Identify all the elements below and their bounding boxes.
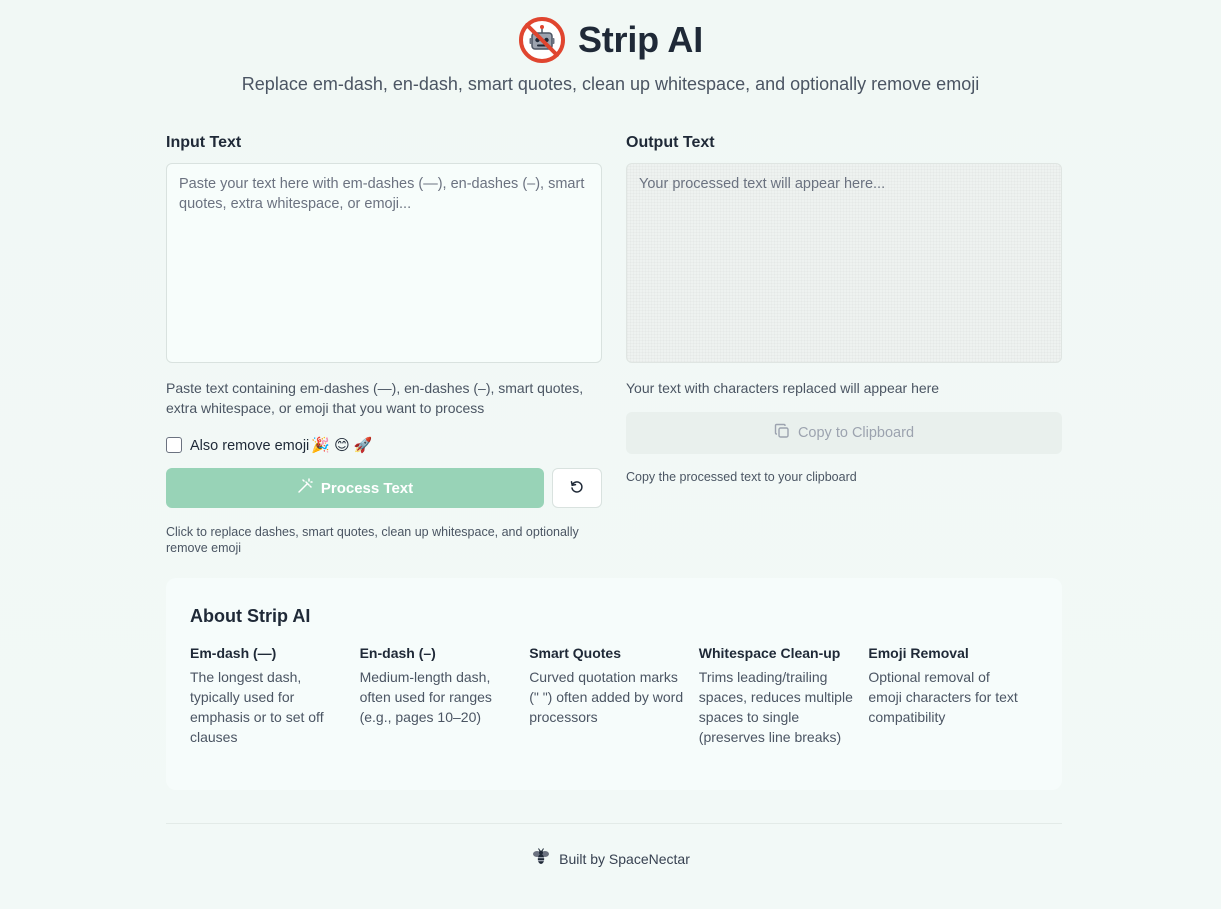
process-help: Click to replace dashes, smart quotes, c… [166, 525, 579, 555]
header: Strip AI Replace em-dash, en-dash, smart… [0, 14, 1221, 95]
feature-en-dash: En-dash (–) Medium-length dash, often us… [360, 643, 530, 747]
remove-emoji-checkbox[interactable] [166, 437, 182, 453]
output-label: Output Text [626, 134, 715, 151]
feature-desc: Optional removal of emoji characters for… [868, 669, 1018, 725]
page: Strip AI Replace em-dash, en-dash, smart… [0, 0, 1221, 909]
feature-desc: Curved quotation marks (" ") often added… [529, 669, 684, 725]
footer: Built by SpaceNectar [0, 847, 1221, 870]
footer-divider [166, 823, 1062, 824]
feature-desc: Trims leading/trailing spaces, reduces m… [698, 669, 853, 745]
emoji-option: Also remove emoji 🎉 😊 🚀 [166, 435, 602, 455]
feature-desc: The longest dash, typically used for emp… [190, 669, 324, 745]
emoji-examples: 🎉 😊 🚀 [311, 437, 373, 454]
no-robot-icon [518, 16, 566, 64]
app-subtitle: Replace em-dash, en-dash, smart quotes, … [241, 74, 980, 94]
feature-smart-quotes: Smart Quotes Curved quotation marks (" "… [529, 643, 699, 747]
feature-whitespace: Whitespace Clean-up Trims leading/traili… [699, 643, 869, 747]
output-panel: Output Text Your text with characters re… [626, 133, 1062, 484]
about-title: About Strip AI [190, 606, 311, 626]
copy-icon [774, 423, 790, 443]
feature-title: Em-dash (—) [190, 645, 277, 661]
remove-emoji-label-text: Also remove emoji [190, 438, 310, 454]
process-text-button[interactable]: Process Text [166, 468, 544, 508]
feature-title: Whitespace Clean-up [698, 645, 841, 661]
title-row: Strip AI [0, 14, 1221, 66]
feature-title: Smart Quotes [529, 645, 621, 661]
reset-icon [569, 479, 585, 498]
output-textarea[interactable] [626, 163, 1062, 363]
input-panel: Input Text Paste text containing em-dash… [166, 133, 602, 556]
output-help: Your text with characters replaced will … [626, 380, 940, 396]
feature-emoji-removal: Emoji Removal Optional removal of emoji … [868, 643, 1038, 747]
feature-em-dash: Em-dash (—) The longest dash, typically … [190, 643, 360, 747]
copy-help: Copy the processed text to your clipboar… [626, 470, 857, 484]
input-label: Input Text [166, 134, 242, 151]
process-text-label: Process Text [320, 479, 414, 497]
remove-emoji-label[interactable]: Also remove emoji 🎉 😊 🚀 [190, 436, 373, 454]
input-textarea[interactable] [166, 163, 602, 363]
feature-desc: Medium-length dash, often used for range… [359, 669, 492, 725]
bee-icon [531, 847, 551, 870]
input-help: Paste text containing em-dashes (—), en-… [166, 380, 584, 416]
feature-title: En-dash (–) [359, 645, 436, 661]
copy-to-clipboard-button[interactable]: Copy to Clipboard [626, 412, 1062, 454]
feature-title: Emoji Removal [868, 645, 969, 661]
magic-wand-icon [297, 478, 313, 498]
action-row: Process Text [166, 468, 602, 508]
copy-label: Copy to Clipboard [797, 425, 915, 441]
app-title: Strip AI [577, 19, 704, 60]
reset-button[interactable] [552, 468, 602, 508]
feature-list: Em-dash (—) The longest dash, typically … [190, 643, 1038, 747]
about-card: About Strip AI Em-dash (—) The longest d… [166, 578, 1062, 790]
footer-text: Built by SpaceNectar [559, 850, 690, 867]
